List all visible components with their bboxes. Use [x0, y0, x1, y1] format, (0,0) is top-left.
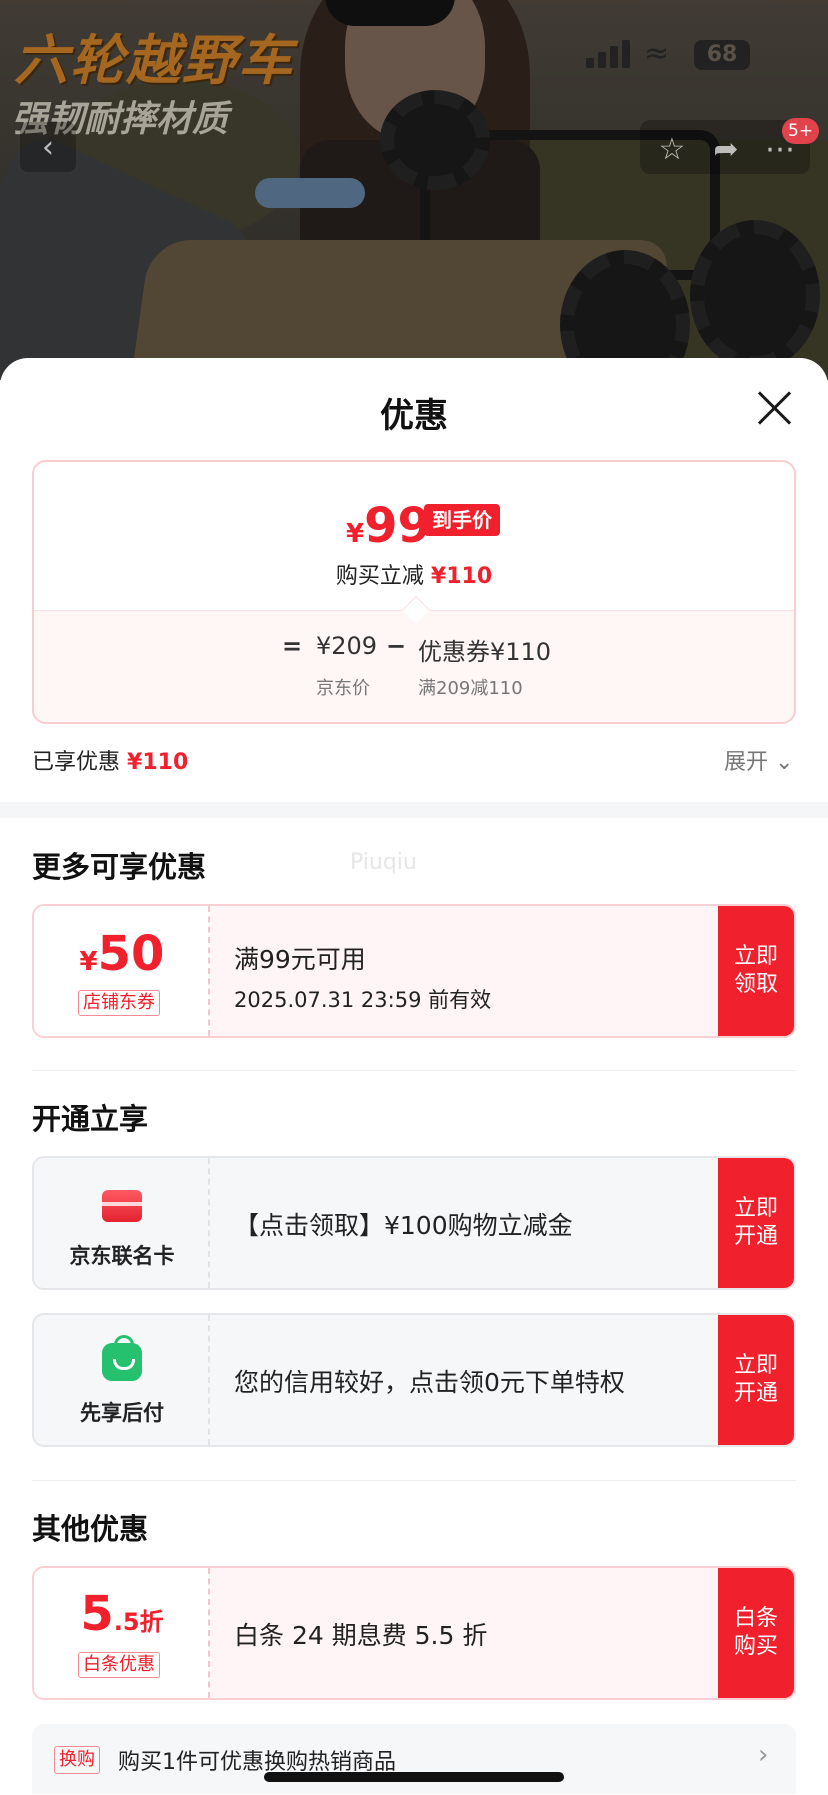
open-cobrand-card-button[interactable]: 立即开通	[718, 1158, 794, 1288]
jd-cobrand-card-offer: 京东联名卡 【点击领取】¥100购物立减金 立即开通	[32, 1156, 796, 1290]
open-offers-title: 开通立享	[32, 1102, 149, 1136]
baitiao-tag: 白条优惠	[78, 1652, 160, 1678]
price-formula-area	[34, 610, 794, 722]
shopping-bag-icon	[102, 1335, 142, 1381]
swap-offer-row[interactable]: 换购 购买1件可优惠换购热销商品 ›	[32, 1724, 796, 1794]
baitiao-description: 白条 24 期息费 5.5 折	[234, 1621, 488, 1650]
battery-icon: 68	[694, 40, 750, 70]
divider-line	[32, 1480, 796, 1481]
price-breakdown-card: ¥99 到手价 购买立减 ¥110 = ¥209 − 优惠券¥110 京东价 满…	[32, 460, 796, 724]
divider-line	[32, 1070, 796, 1071]
discount-sheet: 优惠 ¥99 到手价 购买立减 ¥110 = ¥209 − 优惠券¥110 京东…	[0, 358, 828, 1795]
favorite-star-icon[interactable]: ☆	[652, 124, 692, 174]
final-price: ¥99	[346, 498, 431, 554]
share-icon[interactable]: ➦	[706, 124, 746, 174]
coupon-amount-area: ¥50 店铺东券	[34, 906, 210, 1036]
chevron-right-icon: ›	[758, 1740, 769, 1770]
offer-icon-area: 京东联名卡	[34, 1158, 210, 1288]
instant-reduction: 购买立减 ¥110	[335, 564, 493, 589]
other-offers-title: 其他优惠	[32, 1512, 149, 1546]
watermark: Piuqiu	[350, 850, 417, 875]
signal-icon	[586, 40, 632, 68]
baitiao-discount-area: 5.5折 白条优惠	[34, 1568, 210, 1698]
baitiao-buy-button[interactable]: 白条购买	[718, 1568, 794, 1698]
enjoyed-discount: 已享优惠 ¥110	[32, 750, 189, 775]
chevron-down-icon: ⌄	[775, 750, 794, 775]
expand-toggle[interactable]: 展开 ⌄	[724, 744, 793, 776]
baitiao-discount: 5.5折	[80, 1586, 164, 1642]
sheet-title: 优惠	[380, 396, 448, 436]
offer-name: 京东联名卡	[69, 1244, 175, 1268]
back-button[interactable]: ‹	[20, 122, 76, 172]
home-indicator[interactable]	[264, 1772, 564, 1782]
wifi-icon: ≈	[644, 36, 670, 71]
jd-price-label: 京东价	[316, 678, 370, 699]
formula-minus: −	[386, 632, 407, 660]
offer-name: 先享后付	[80, 1401, 164, 1425]
more-offers-title: 更多可享优惠	[32, 850, 207, 884]
credit-card-icon	[102, 1190, 142, 1222]
coupon-validity: 2025.07.31 23:59 前有效	[234, 988, 492, 1012]
message-badge: 5+	[782, 118, 820, 144]
section-divider	[0, 802, 828, 818]
coupon-deduction: 优惠券¥110	[418, 638, 552, 666]
store-coupon: ¥50 店铺东券 满99元可用 2025.07.31 23:59 前有效 立即领…	[32, 904, 796, 1038]
coupon-amount: ¥50	[79, 926, 165, 982]
coupon-condition: 满99元可用	[234, 945, 366, 974]
coupon-type-tag: 店铺东券	[78, 990, 160, 1016]
coupon-rule: 满209减110	[418, 678, 523, 699]
offer-description: 【点击领取】¥100购物立减金	[234, 1211, 573, 1240]
claim-coupon-button[interactable]: 立即领取	[718, 906, 794, 1036]
status-bar: ≈ 68	[0, 0, 828, 100]
offer-icon-area: 先享后付	[34, 1315, 210, 1445]
baitiao-offer: 5.5折 白条优惠 白条 24 期息费 5.5 折 白条购买	[32, 1566, 796, 1700]
swap-tag: 换购	[54, 1746, 100, 1774]
close-icon[interactable]	[754, 388, 794, 428]
final-price-tag: 到手价	[424, 504, 500, 536]
open-pay-later-button[interactable]: 立即开通	[718, 1315, 794, 1445]
jd-price-value: ¥209	[316, 632, 378, 660]
offer-description: 您的信用较好，点击领0元下单特权	[234, 1368, 625, 1397]
formula-equals: =	[282, 632, 303, 660]
pay-later-offer: 先享后付 您的信用较好，点击领0元下单特权 立即开通	[32, 1313, 796, 1447]
